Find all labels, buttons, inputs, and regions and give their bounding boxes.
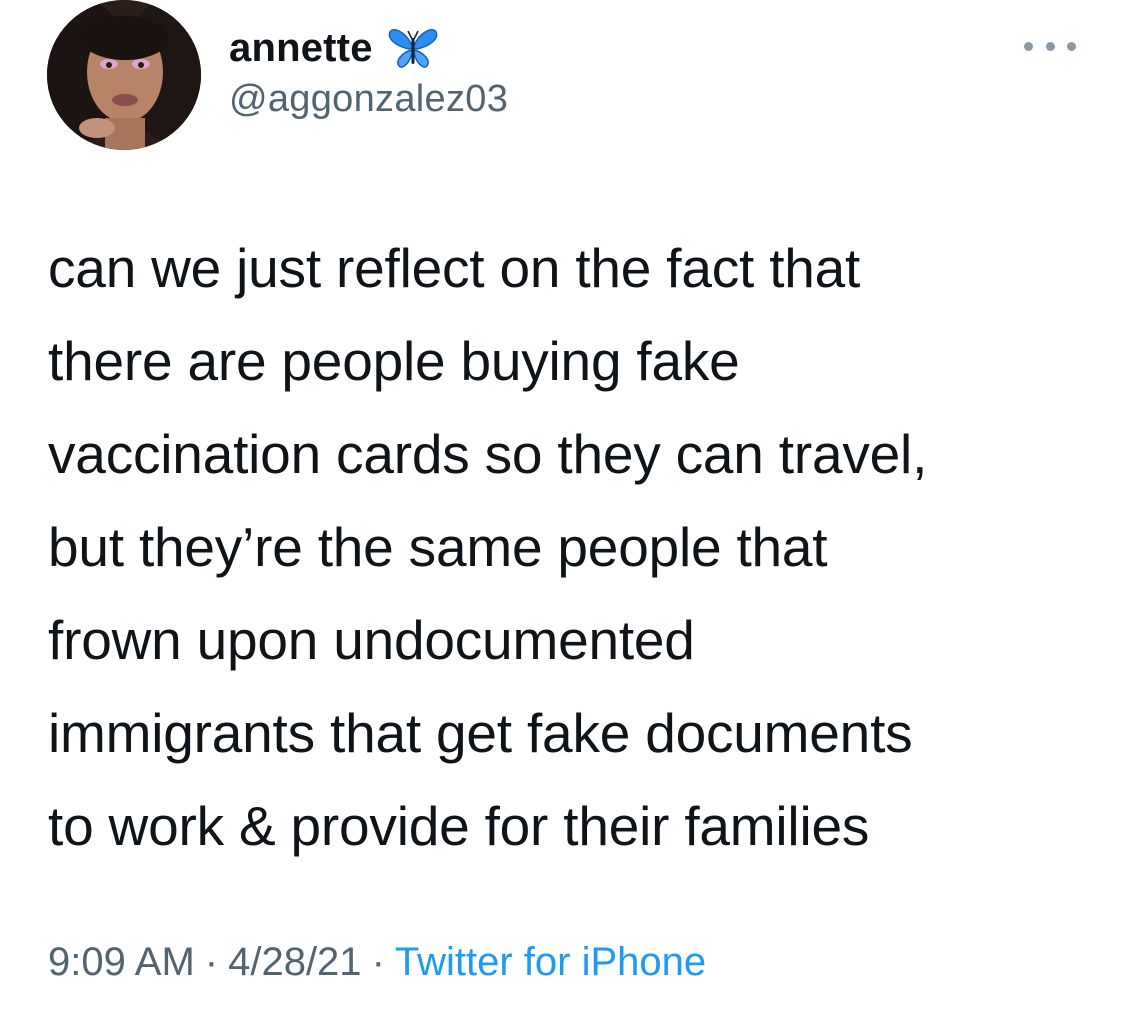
more-dot: [1045, 41, 1055, 51]
tweet-date[interactable]: 4/28/21: [228, 940, 361, 984]
author-handle[interactable]: @aggonzalez03: [229, 78, 508, 121]
tweet-text-line: immigrants that get fake documents: [48, 702, 913, 764]
author-name-row[interactable]: annette: [229, 24, 439, 72]
tweet-text-line: can we just reflect on the fact that: [48, 237, 861, 299]
more-options-icon[interactable]: [1024, 36, 1076, 56]
tweet-text-line: but they’re the same people that: [48, 516, 828, 578]
meta-separator: ·: [204, 940, 219, 984]
display-name[interactable]: annette: [229, 26, 373, 71]
tweet-text-line: vaccination cards so they can travel,: [48, 423, 928, 485]
tweet-text-line: to work & provide for their families: [48, 795, 870, 857]
tweet-card: annette @aggonzalez03 can we just reflec…: [0, 0, 1125, 1027]
more-dot: [1067, 41, 1076, 51]
tweet-source-link[interactable]: Twitter for iPhone: [395, 940, 706, 984]
tweet-text-line: there are people buying fake: [48, 330, 740, 392]
avatar[interactable]: [47, 0, 201, 150]
more-dot: [1024, 41, 1033, 51]
tweet-meta: 9:09 AM · 4/28/21 · Twitter for iPhone: [48, 940, 706, 985]
tweet-time[interactable]: 9:09 AM: [48, 940, 195, 984]
avatar-photo-icon: [47, 0, 201, 150]
meta-separator: ·: [371, 940, 385, 984]
tweet-text: can we just reflect on the fact that the…: [48, 222, 1098, 873]
tweet-text-line: frown upon undocumented: [48, 609, 695, 671]
butterfly-icon: [388, 28, 438, 68]
